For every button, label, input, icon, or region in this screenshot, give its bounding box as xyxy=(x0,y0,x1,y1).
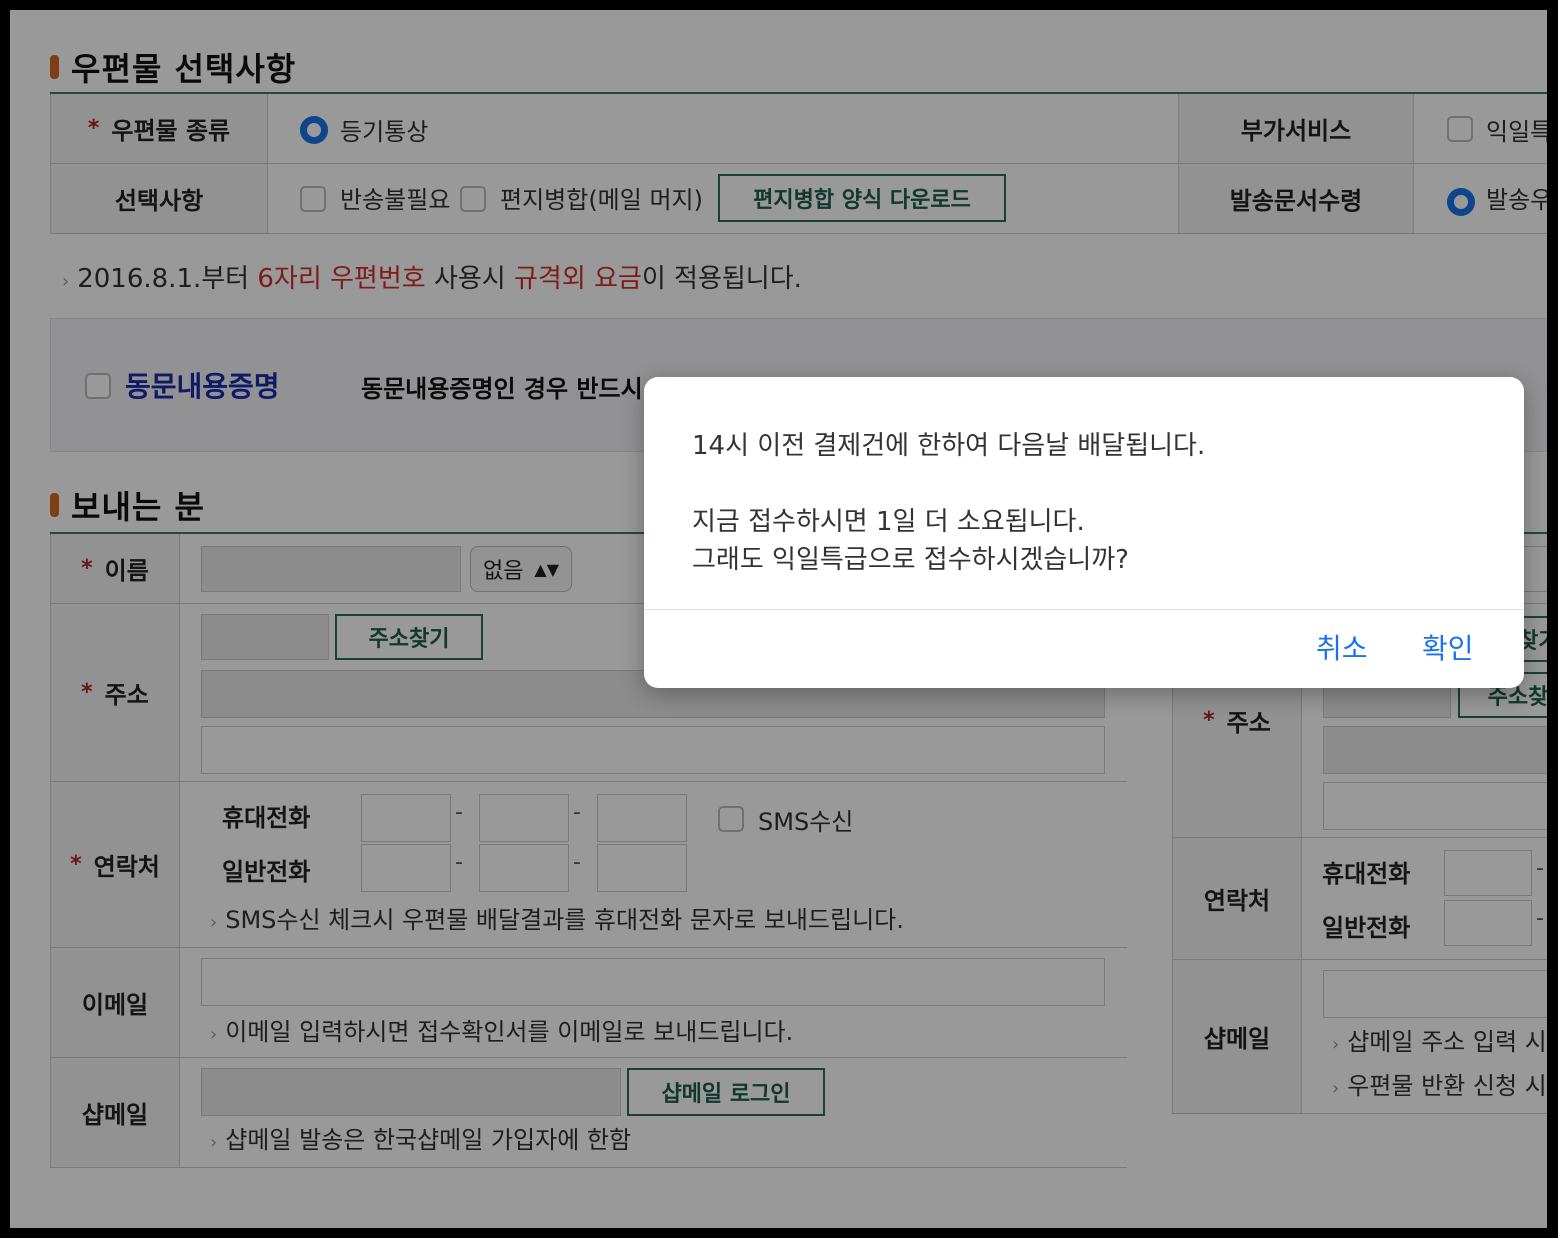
dialog-message-line2: 지금 접수하시면 1일 더 소요됩니다. xyxy=(692,507,1085,537)
dialog-confirm-button[interactable]: 확인 xyxy=(1422,627,1474,667)
dialog-message-line3: 그래도 익일특급으로 접수하시겠습니까? xyxy=(692,545,1129,575)
dialog-divider xyxy=(644,609,1524,610)
dialog-cancel-button[interactable]: 취소 xyxy=(1316,627,1368,667)
dialog-message-line1: 14시 이전 결제건에 한하여 다음날 배달됩니다. xyxy=(692,431,1206,461)
confirm-dialog: 14시 이전 결제건에 한하여 다음날 배달됩니다. 지금 접수하시면 1일 더… xyxy=(644,377,1524,688)
